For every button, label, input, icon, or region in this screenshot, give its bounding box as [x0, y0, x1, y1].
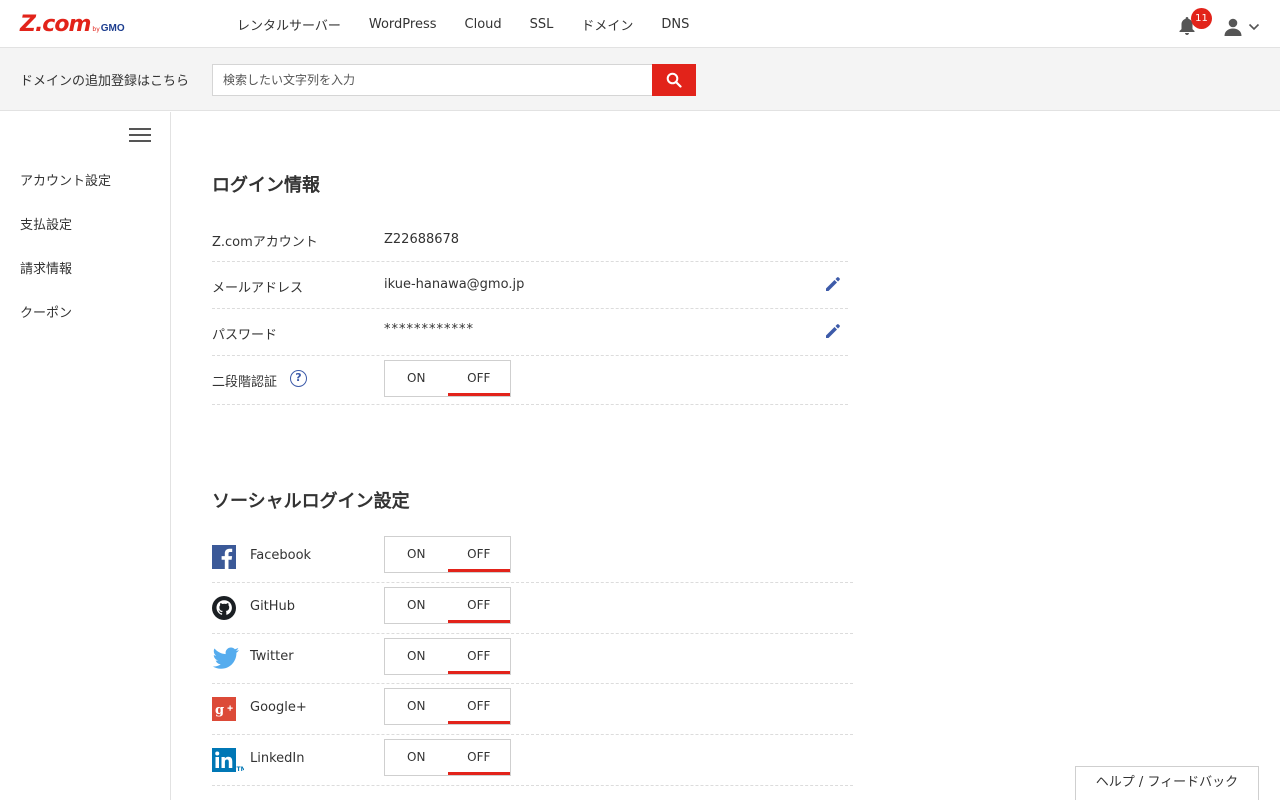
nav-dns[interactable]: DNS	[647, 17, 703, 32]
search-button[interactable]	[652, 64, 696, 96]
social-label-twitter: Twitter	[250, 649, 294, 664]
toggle-on[interactable]: ON	[385, 588, 448, 623]
toggle-on[interactable]: ON	[385, 689, 448, 724]
social-row-github: GitHub ON OFF	[212, 583, 853, 634]
search-icon	[666, 72, 682, 88]
toggle-on[interactable]: ON	[385, 639, 448, 674]
chevron-down-icon	[1248, 23, 1260, 31]
social-row-twitter: Twitter ON OFF	[212, 634, 853, 684]
toggle-off[interactable]: OFF	[447, 537, 511, 572]
sidebar-item-billing-info[interactable]: 請求情報	[20, 258, 72, 277]
toggle-off[interactable]: OFF	[447, 588, 511, 623]
logo-gmo: GMO	[100, 23, 125, 34]
user-icon	[1224, 18, 1242, 36]
nav-rental-server[interactable]: レンタルサーバー	[223, 15, 355, 34]
account-value: Z22688678	[384, 232, 460, 247]
edit-email-pencil-icon[interactable]	[824, 275, 842, 293]
twitter-icon	[212, 647, 239, 669]
sidebar-item-payment-settings[interactable]: 支払設定	[20, 214, 72, 233]
domain-search-bar: ドメインの追加登録はこちら	[0, 48, 1280, 111]
social-label-google-plus: Google+	[250, 700, 307, 715]
zcom-logo[interactable]: Z.com by GMO	[20, 12, 125, 37]
password-row: パスワード ************	[212, 309, 848, 356]
account-label: Z.comアカウント	[212, 235, 318, 250]
top-nav: レンタルサーバー WordPress Cloud SSL ドメイン DNS	[223, 0, 703, 48]
linkedin-icon: TM	[212, 748, 244, 772]
toggle-off[interactable]: OFF	[447, 689, 511, 724]
search-input[interactable]	[212, 64, 653, 96]
social-row-facebook: Facebook ON OFF	[212, 532, 853, 583]
linkedin-toggle[interactable]: ON OFF	[384, 739, 511, 776]
toggle-on[interactable]: ON	[385, 537, 448, 572]
toggle-on[interactable]: ON	[385, 740, 448, 775]
user-menu[interactable]	[1224, 17, 1260, 37]
nav-cloud[interactable]: Cloud	[451, 17, 516, 32]
email-label: メールアドレス	[212, 281, 304, 296]
github-icon	[212, 596, 236, 620]
top-header: Z.com by GMO レンタルサーバー WordPress Cloud SS…	[0, 0, 1280, 48]
svg-text:g: g	[215, 703, 224, 718]
google-plus-icon: g	[212, 697, 236, 721]
nav-wordpress[interactable]: WordPress	[355, 17, 451, 32]
nav-ssl[interactable]: SSL	[516, 17, 568, 32]
search-label: ドメインの追加登録はこちら	[20, 74, 190, 89]
toggle-on[interactable]: ON	[385, 361, 448, 396]
two-factor-row: 二段階認証 ? ON OFF	[212, 356, 848, 405]
help-question-icon[interactable]: ?	[290, 370, 307, 387]
social-row-google-plus: g Google+ ON OFF	[212, 684, 853, 735]
twitter-toggle[interactable]: ON OFF	[384, 638, 511, 675]
toggle-off[interactable]: OFF	[447, 740, 511, 775]
notification-badge: 11	[1191, 8, 1212, 29]
social-label-linkedin: LinkedIn	[250, 751, 305, 766]
help-feedback-button[interactable]: ヘルプ / フィードバック	[1075, 766, 1259, 800]
edit-password-pencil-icon[interactable]	[824, 322, 842, 340]
account-row: Z.comアカウント Z22688678	[212, 216, 848, 262]
login-info-title: ログイン情報	[212, 175, 320, 196]
password-label: パスワード	[212, 328, 278, 343]
hamburger-menu-icon[interactable]	[129, 128, 151, 142]
social-label-facebook: Facebook	[250, 548, 312, 563]
sidebar-item-coupon[interactable]: クーポン	[20, 302, 72, 321]
toggle-off[interactable]: OFF	[447, 361, 511, 396]
logo-by: by	[92, 26, 100, 33]
google-plus-toggle[interactable]: ON OFF	[384, 688, 511, 725]
two-factor-label: 二段階認証	[212, 375, 278, 390]
facebook-icon	[212, 545, 236, 569]
social-label-github: GitHub	[250, 599, 296, 614]
email-row: メールアドレス ikue-hanawa@gmo.jp	[212, 262, 848, 309]
svg-text:TM: TM	[237, 766, 245, 772]
facebook-toggle[interactable]: ON OFF	[384, 536, 511, 573]
github-toggle[interactable]: ON OFF	[384, 587, 511, 624]
toggle-off[interactable]: OFF	[447, 639, 511, 674]
password-value: ************	[384, 322, 474, 337]
logo-main: Z.com	[20, 12, 91, 37]
social-login-title: ソーシャルログイン設定	[212, 491, 410, 512]
sidebar: アカウント設定 支払設定 請求情報 クーポン	[0, 112, 171, 800]
two-factor-toggle[interactable]: ON OFF	[384, 360, 511, 397]
nav-domain[interactable]: ドメイン	[567, 15, 647, 34]
sidebar-item-account-settings[interactable]: アカウント設定	[20, 170, 111, 189]
email-value: ikue-hanawa@gmo.jp	[384, 277, 525, 292]
social-row-linkedin: TM LinkedIn ON OFF	[212, 735, 853, 786]
